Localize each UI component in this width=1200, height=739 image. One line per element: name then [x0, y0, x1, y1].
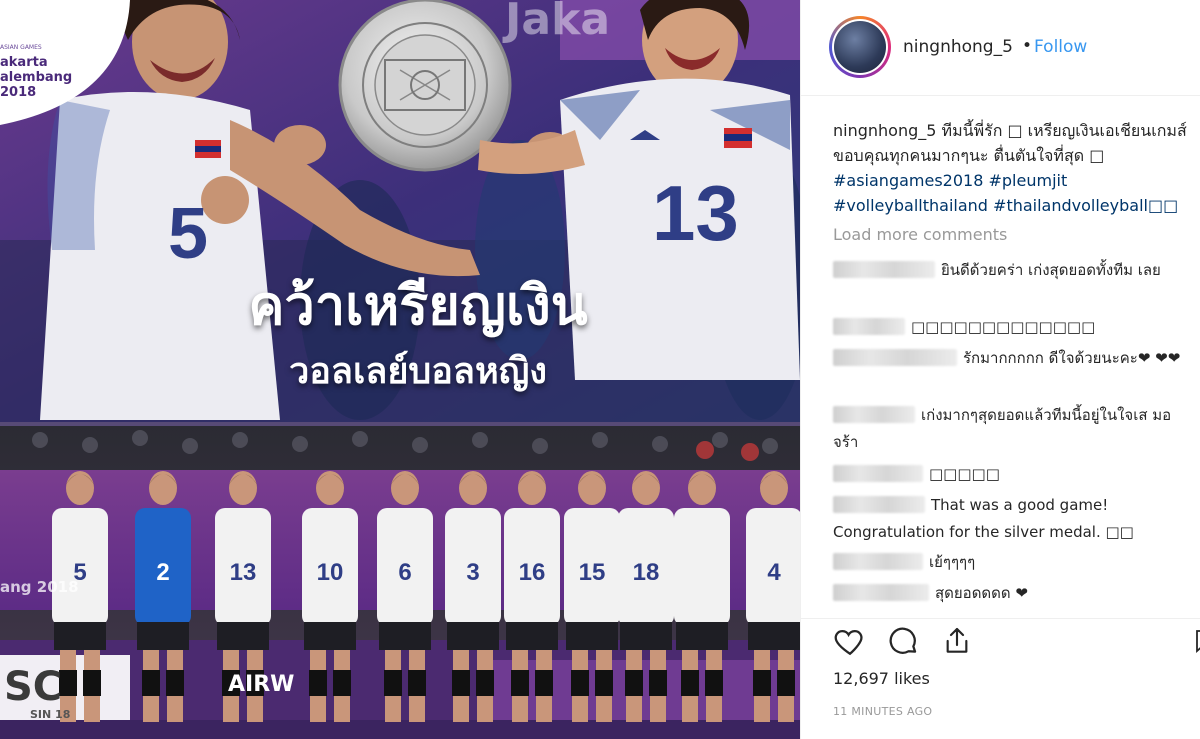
bookmark-icon[interactable]	[1193, 624, 1200, 662]
username-link[interactable]: ningnhong_5	[903, 37, 1013, 57]
follow-button[interactable]: Follow	[1034, 37, 1087, 57]
comment-item: □□□□□	[833, 461, 1193, 488]
team-jersey-number: 15	[579, 559, 606, 586]
team-jersey-number: 16	[519, 559, 546, 586]
heart-icon[interactable]	[833, 624, 867, 662]
banner-text-bottom: ang 2018	[0, 578, 79, 596]
event-logo-line2: alembang	[0, 70, 73, 85]
comment-text: □□□□□□□□□□□□□	[911, 318, 1096, 336]
comment-text: เย้ๆๆๆๆ	[929, 553, 976, 571]
post-actions: 12,697 likes 11 MINUTES AGO	[801, 618, 1200, 738]
team-jersey-number: 18	[633, 559, 660, 586]
event-logo-line1: akarta	[0, 55, 48, 70]
team-jersey-number: 3	[466, 559, 479, 586]
team-jersey-number: 2	[156, 559, 169, 586]
court-ad-left-sub: SIN 18	[30, 708, 71, 721]
team-jersey-number: 10	[317, 559, 344, 586]
comment-text: รักมากกกกก ดีใจด้วยนะคะ❤ ❤❤	[963, 349, 1181, 367]
headline-line1: คว้าเหรียญเงิน	[248, 274, 588, 337]
likes-count[interactable]: 12,697 likes	[833, 669, 930, 688]
post-timestamp: 11 MINUTES AGO	[833, 705, 933, 718]
comment-item: ยินดีด้วยคร่า เก่งสุดยอดทั้งทีม เลย	[833, 257, 1193, 284]
hashtag-link[interactable]: #thailandvolleyball□□	[993, 196, 1178, 215]
caption-username[interactable]: ningnhong_5	[833, 121, 936, 140]
hashtag-link[interactable]: #asiangames2018	[833, 171, 983, 190]
load-more-comments-button[interactable]: Load more comments	[833, 225, 1007, 244]
team-jersey-number: 6	[398, 559, 411, 586]
event-logo-line3: 2018	[0, 85, 37, 100]
court-ad-right: AIRW	[228, 672, 295, 697]
comment-username-blurred[interactable]	[833, 406, 915, 423]
separator-dot: •	[1022, 36, 1033, 56]
comment-text: สุดยอดดดด ❤	[935, 584, 1028, 602]
comment-item: เย้ๆๆๆๆ	[833, 549, 1193, 576]
comment-username-blurred[interactable]	[833, 553, 923, 570]
banner-text: Jaka	[505, 0, 611, 45]
comment-bubble-icon[interactable]	[886, 624, 920, 662]
comment-username-blurred[interactable]	[833, 318, 905, 335]
event-logo: ASIAN GAMES akarta alembang 2018	[0, 0, 130, 125]
share-icon[interactable]	[941, 624, 973, 662]
hashtag-link[interactable]: #pleumjit	[988, 171, 1067, 190]
comment-text: ยินดีด้วยคร่า เก่งสุดยอดทั้งทีม เลย	[941, 261, 1161, 279]
headline-line2: วอลเลย์บอลหญิง	[289, 351, 547, 392]
team-jersey-number: 4	[767, 559, 781, 586]
comment-item: รักมากกกกก ดีใจด้วยนะคะ❤ ❤❤	[833, 345, 1193, 372]
comment-username-blurred[interactable]	[833, 465, 923, 482]
event-logo-small: ASIAN GAMES	[0, 44, 42, 51]
post-caption: ningnhong_5 ทีมนี้พี่รัก □ เหรียญเงินเอเ…	[833, 118, 1193, 218]
court-ad-left: SC	[4, 664, 63, 710]
post-side-panel: ningnhong_5 • Follow ningnhong_5 ทีมนี้พ…	[800, 0, 1200, 739]
comment-item: สุดยอดดดด ❤	[833, 580, 1193, 607]
comment-text: □□□□□	[929, 465, 1000, 483]
comment-username-blurred[interactable]	[833, 584, 929, 601]
post-photo[interactable]: 5 13 5 2 13 10 6 3 16 15 18 4 ASIAN GAME…	[0, 0, 800, 739]
avatar-photo	[834, 21, 886, 73]
avatar[interactable]	[829, 16, 891, 78]
comment-item: เก่งมากๆสุดยอดแล้วทีมนี้อยู่ในใจเส มอจร้…	[833, 402, 1193, 456]
hashtag-link[interactable]: #volleyballthailand	[833, 196, 988, 215]
comment-username-blurred[interactable]	[833, 261, 935, 278]
team-jersey-number: 13	[230, 559, 257, 586]
post-header: ningnhong_5 • Follow	[801, 0, 1200, 96]
comment-item: That was a good game! Congratulation for…	[833, 492, 1193, 546]
comment-username-blurred[interactable]	[833, 349, 957, 366]
jersey-number-top-right: 13	[652, 169, 739, 257]
comment-item: □□□□□□□□□□□□□	[833, 314, 1193, 341]
comment-username-blurred[interactable]	[833, 496, 925, 513]
